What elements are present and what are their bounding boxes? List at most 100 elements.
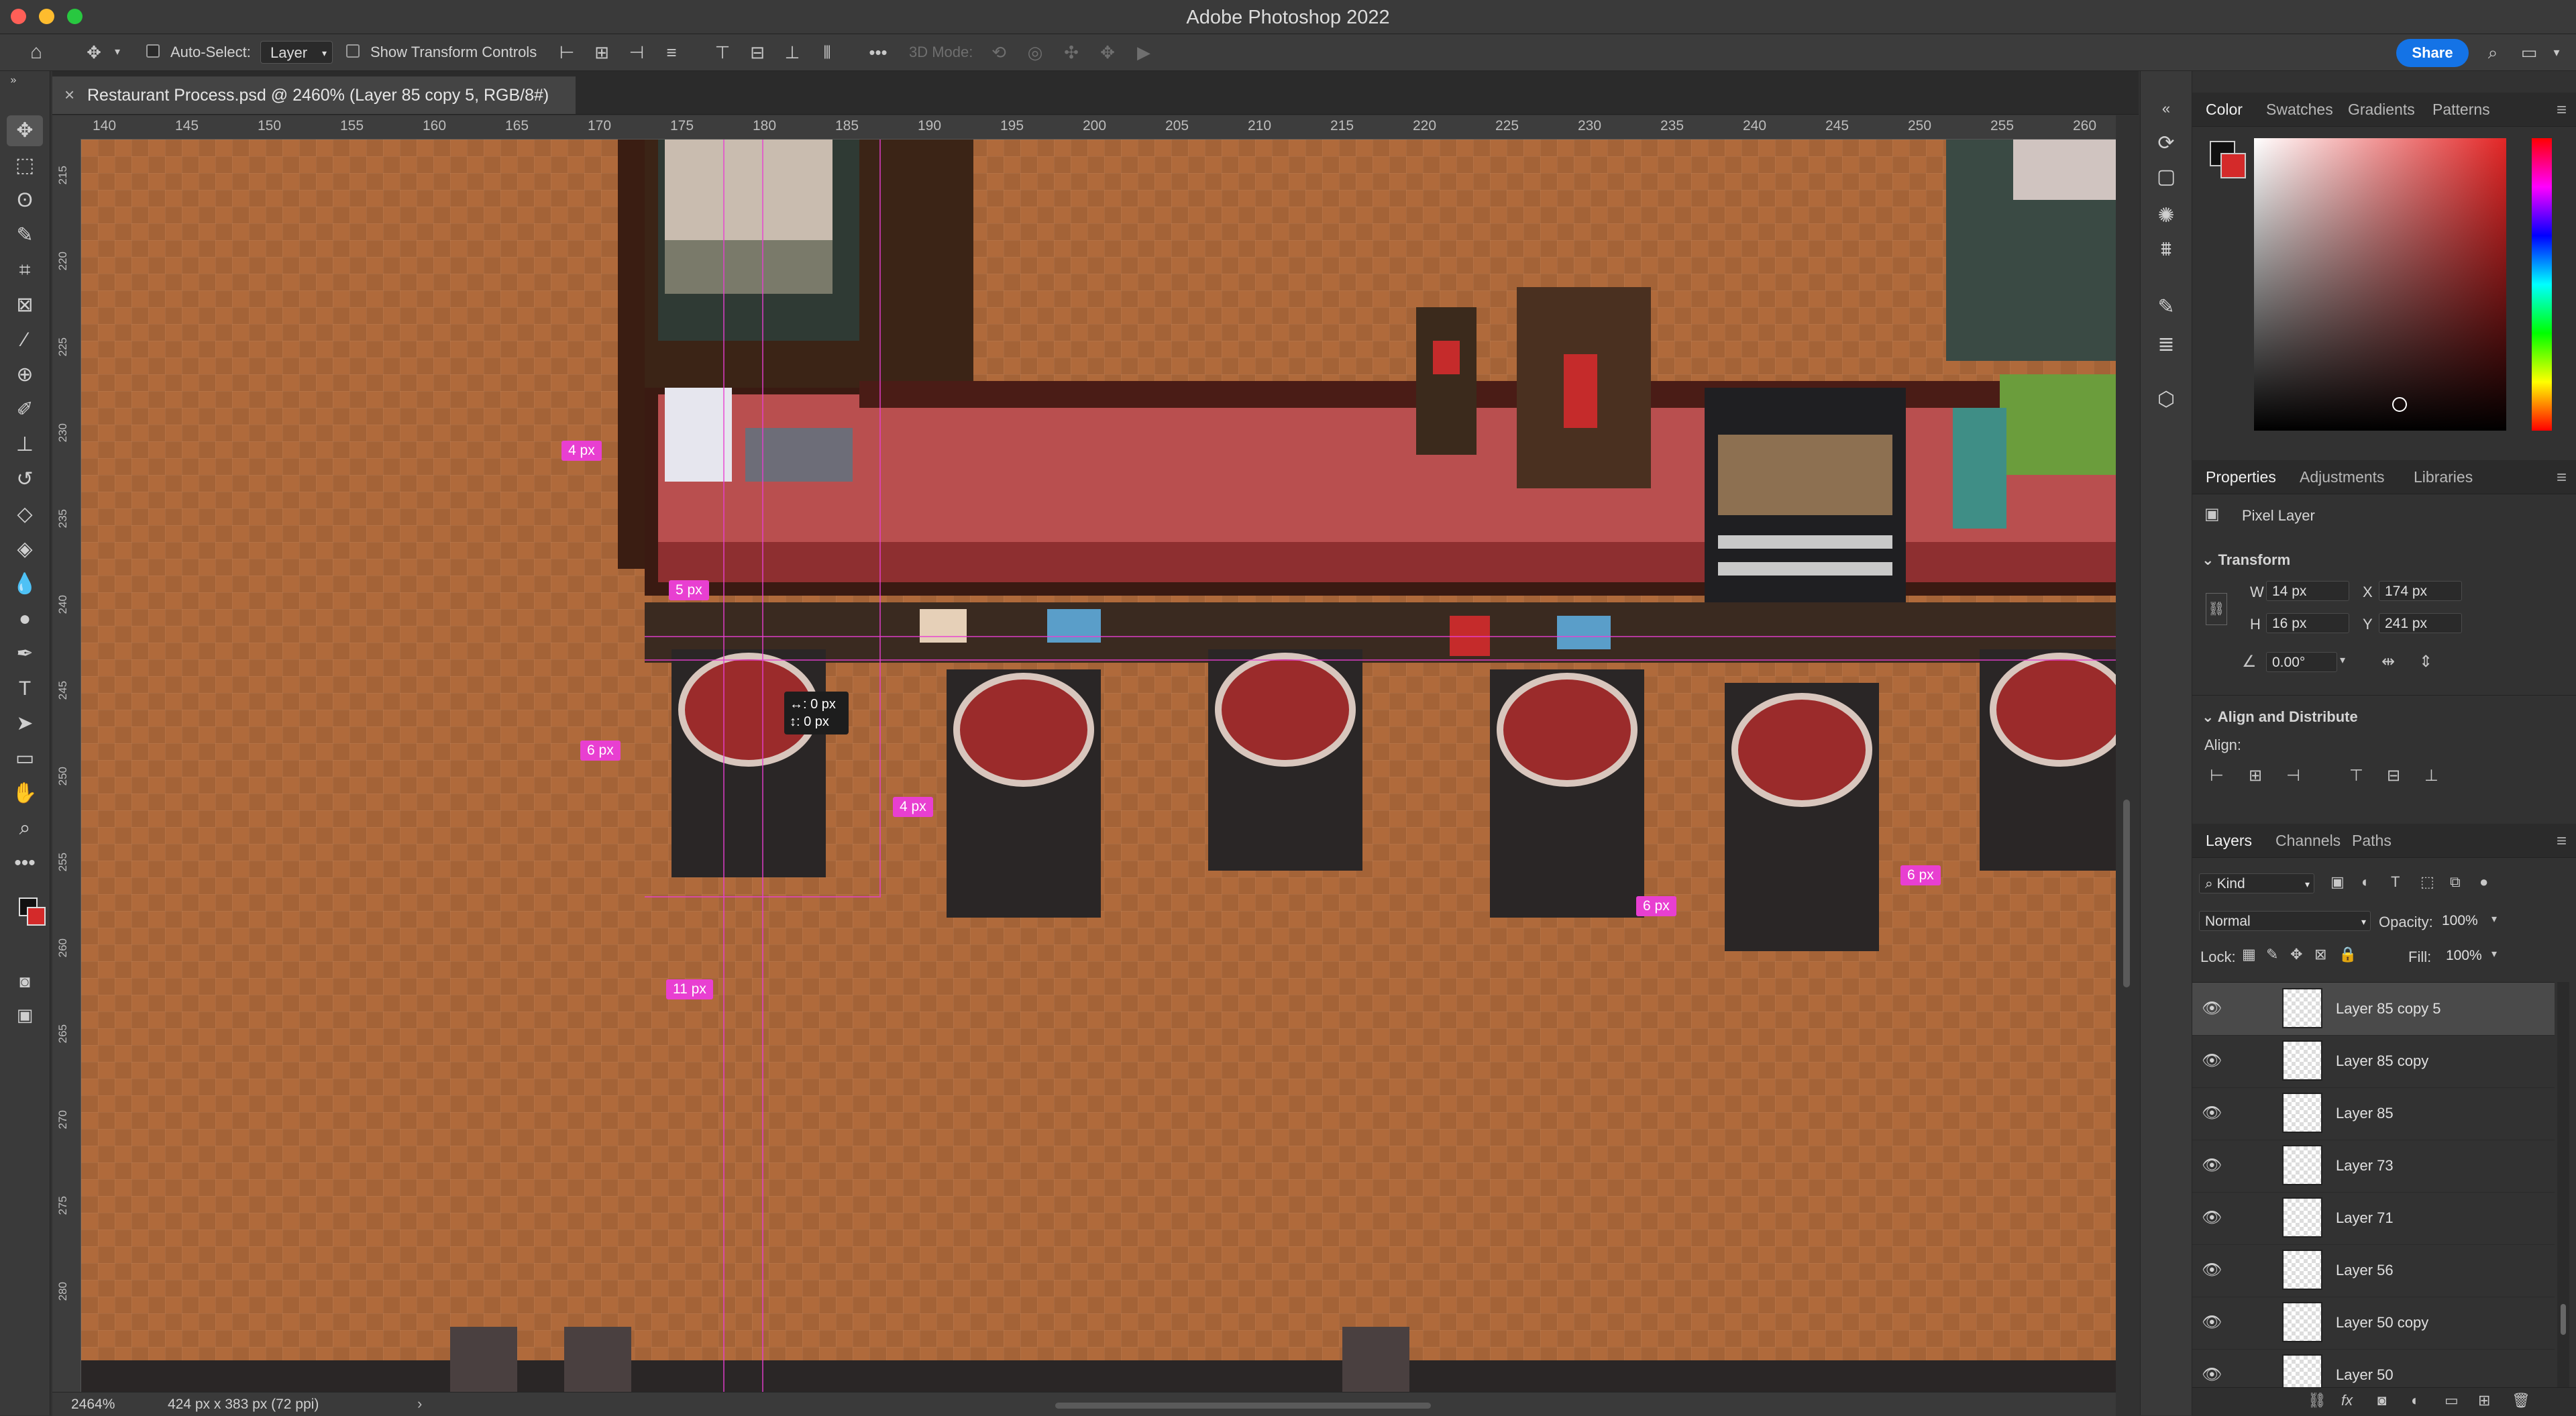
filter-adjustment-icon[interactable]: ◐ <box>2361 873 2370 891</box>
tab-layers[interactable]: Layers <box>2206 832 2252 850</box>
quick-selection-tool-icon[interactable]: ✎ <box>7 220 43 251</box>
link-dimensions-icon[interactable]: ⛓ <box>2206 593 2227 625</box>
tab-adjustments[interactable]: Adjustments <box>2300 468 2385 486</box>
frame-tool-icon[interactable]: ⊠ <box>7 290 43 321</box>
flip-horizontal-icon[interactable]: ⇹ <box>2381 652 2395 671</box>
show-transform-checkbox[interactable] <box>346 44 360 58</box>
brushes-panel-icon[interactable]: ✎ <box>2151 292 2181 322</box>
align-left-icon[interactable]: ⊢ <box>2210 766 2224 785</box>
lock-all-icon[interactable]: 🔒 <box>2339 946 2357 963</box>
y-field[interactable]: 241 px <box>2379 613 2462 633</box>
lasso-tool-icon[interactable]: ʘ <box>7 185 43 216</box>
more-options-icon[interactable]: ••• <box>867 41 890 64</box>
tab-properties[interactable]: Properties <box>2206 468 2276 486</box>
path-selection-tool-icon[interactable]: ➤ <box>7 708 43 739</box>
eraser-tool-icon[interactable]: ◇ <box>7 499 43 530</box>
height-field[interactable]: 16 px <box>2266 613 2349 633</box>
layer-row[interactable]: 👁 Layer 50 copy <box>2192 1297 2555 1350</box>
color-picker-cursor[interactable] <box>2392 397 2407 412</box>
filter-type-icon[interactable]: T <box>2391 873 2400 891</box>
auto-select-checkbox[interactable] <box>146 44 160 58</box>
panel-menu-icon[interactable]: ≡ <box>2557 99 2567 120</box>
layer-row[interactable]: 👁 Layer 85 copy 5 <box>2192 983 2555 1036</box>
toolbar-collapse-icon[interactable]: » <box>7 74 20 87</box>
new-adjustment-layer-icon[interactable]: ◐ <box>2411 1392 2420 1409</box>
layer-row[interactable]: 👁 Layer 71 <box>2192 1192 2555 1245</box>
blend-mode-dropdown[interactable]: Normal ▾ <box>2199 911 2371 931</box>
paint-bucket-tool-icon[interactable]: ◈ <box>7 534 43 565</box>
layer-row[interactable]: 👁 Layer 85 copy <box>2192 1035 2555 1088</box>
color-field[interactable] <box>2254 138 2506 431</box>
distribute-vertical-icon[interactable]: ≡ <box>660 41 683 64</box>
layer-row[interactable]: 👁 Layer 85 <box>2192 1087 2555 1140</box>
align-bottom-icon[interactable]: ⊥ <box>781 41 804 64</box>
align-horizontal-center-icon[interactable]: ⊞ <box>590 41 613 64</box>
layer-row[interactable]: 👁 Layer 73 <box>2192 1140 2555 1193</box>
healing-brush-tool-icon[interactable]: ⊕ <box>7 360 43 390</box>
hue-slider[interactable] <box>2532 138 2552 431</box>
layers-scrollbar[interactable] <box>2557 982 2569 1387</box>
link-layers-icon[interactable]: ⛓ <box>2308 1392 2326 1409</box>
close-tab-icon[interactable]: × <box>64 85 74 105</box>
tab-paths[interactable]: Paths <box>2352 832 2392 850</box>
lock-position-icon[interactable]: ✥ <box>2290 946 2302 963</box>
layer-row[interactable]: 👁 Layer 56 <box>2192 1244 2555 1297</box>
align-top-icon[interactable]: ⊤ <box>2349 766 2363 785</box>
visibility-eye-icon[interactable]: 👁 <box>2202 1260 2222 1280</box>
edit-toolbar-icon[interactable]: ••• <box>7 848 43 879</box>
visibility-eye-icon[interactable]: 👁 <box>2202 1051 2222 1071</box>
workspace-chevron-icon[interactable]: ▾ <box>2546 41 2567 64</box>
auto-select-target-dropdown[interactable]: Layer ▾ <box>260 41 333 64</box>
filter-smart-object-icon[interactable]: ⧉ <box>2450 873 2461 891</box>
angle-chevron-icon[interactable]: ▾ <box>2340 653 2345 667</box>
layer-row[interactable]: 👁 Layer 50 <box>2192 1349 2555 1388</box>
visibility-eye-icon[interactable]: 👁 <box>2202 999 2222 1018</box>
fill-field[interactable]: 100% <box>2440 946 2494 966</box>
zoom-tool-icon[interactable]: ⌕ <box>7 813 43 844</box>
share-button[interactable]: Share <box>2396 39 2469 67</box>
tab-gradients[interactable]: Gradients <box>2348 101 2415 119</box>
eyedropper-tool-icon[interactable]: ⁄ <box>7 325 43 356</box>
align-section-title[interactable]: ⌄ Align and Distribute <box>2202 708 2358 726</box>
horizontal-ruler[interactable]: 140 145 150 155 160 165 170 175 180 185 190 195 200 2… <box>52 115 2116 140</box>
filter-shape-icon[interactable]: ⬚ <box>2420 873 2434 891</box>
align-bottom-icon[interactable]: ⊥ <box>2424 766 2438 785</box>
transform-section-title[interactable]: ⌄ Transform <box>2202 551 2290 569</box>
visibility-eye-icon[interactable]: 👁 <box>2202 1103 2222 1123</box>
visibility-eye-icon[interactable]: 👁 <box>2202 1313 2222 1332</box>
collapse-panels-icon[interactable]: « <box>2151 101 2181 117</box>
tab-patterns[interactable]: Patterns <box>2432 101 2490 119</box>
layer-filter-dropdown[interactable]: ⌕ Kind ▾ <box>2199 873 2314 893</box>
hand-tool-icon[interactable]: ✋ <box>7 778 43 809</box>
canvas[interactable]: 4 px 5 px 6 px 4 px 11 px 6 px 6 px ↔: 0… <box>81 140 2116 1392</box>
move-tool-icon[interactable]: ✥ <box>79 41 109 64</box>
history-panel-icon[interactable]: ⟳ <box>2151 129 2181 158</box>
brush-settings-panel-icon[interactable]: ≣ <box>2151 330 2181 360</box>
status-menu-chevron-icon[interactable]: › <box>417 1395 422 1413</box>
horizontal-scrollbar[interactable] <box>1055 1403 1431 1409</box>
tab-libraries[interactable]: Libraries <box>2414 468 2473 486</box>
adjustments-panel-icon[interactable]: ✺ <box>2151 201 2181 231</box>
search-icon[interactable]: ⌕ <box>2479 41 2506 64</box>
marquee-tool-icon[interactable]: ⬚ <box>7 150 43 181</box>
align-horizontal-center-icon[interactable]: ⊞ <box>2249 766 2262 785</box>
workspace-icon[interactable]: ▭ <box>2516 41 2542 64</box>
dodge-tool-icon[interactable]: ● <box>7 604 43 635</box>
distribute-horizontal-icon[interactable]: ⦀ <box>816 41 839 64</box>
filter-toggle-icon[interactable]: ● <box>2479 873 2488 891</box>
home-icon[interactable]: ⌂ <box>21 41 51 64</box>
color-background-swatch[interactable] <box>2220 153 2246 178</box>
align-vertical-center-icon[interactable]: ⊟ <box>2387 766 2400 785</box>
angle-field[interactable]: 0.00° <box>2266 652 2337 672</box>
crop-tool-icon[interactable]: ⌗ <box>7 255 43 286</box>
x-field[interactable]: 174 px <box>2379 581 2462 601</box>
lock-artboard-icon[interactable]: ⊠ <box>2314 946 2326 963</box>
background-color-swatch[interactable] <box>27 907 46 926</box>
move-tool-icon[interactable]: ✥ <box>7 115 43 146</box>
document-tab[interactable]: × Restaurant Process.psd @ 2460% (Layer … <box>52 76 576 114</box>
panel-menu-icon[interactable]: ≡ <box>2557 467 2567 488</box>
history-brush-tool-icon[interactable]: ↺ <box>7 464 43 495</box>
add-mask-icon[interactable]: ◙ <box>2377 1392 2386 1409</box>
type-tool-icon[interactable]: T <box>7 673 43 704</box>
tab-color[interactable]: Color <box>2206 101 2243 119</box>
